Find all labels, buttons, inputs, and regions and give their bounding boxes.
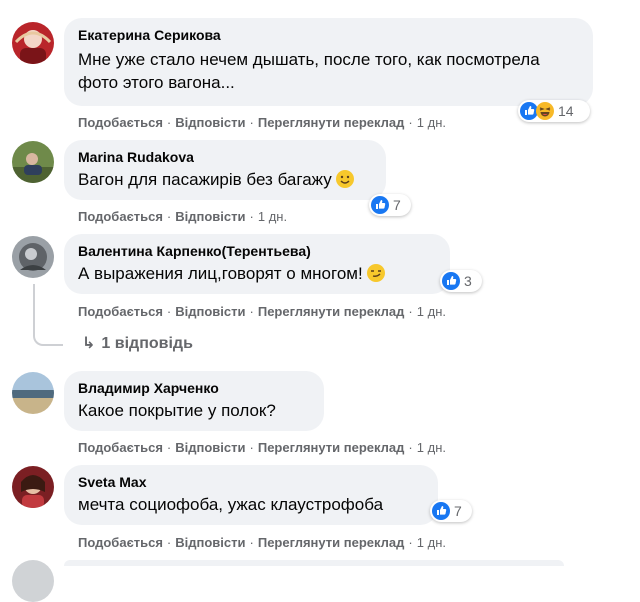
comment-author[interactable]: Sveta Max (78, 473, 424, 491)
previous-comment-edge (0, 0, 640, 4)
comment-bubble: Валентина Карпенко(Терентьева) А выражен… (64, 234, 450, 294)
reaction-summary[interactable]: 7 (430, 500, 472, 522)
timestamp[interactable]: 1 дн. (258, 209, 287, 224)
smirk-face-icon (366, 263, 386, 283)
reply-button[interactable]: Відповісти (175, 115, 245, 130)
timestamp[interactable]: 1 дн. (417, 535, 446, 550)
comment-text: А выражения лиц,говорят о многом! (78, 262, 436, 285)
avatar[interactable] (12, 236, 54, 278)
comment-actions: Подобається · Відповісти · Переглянути перек… (78, 440, 446, 455)
comment-text-content: А выражения лиц,говорят о многом! (78, 264, 363, 283)
like-icon (371, 196, 389, 214)
avatar[interactable] (12, 141, 54, 183)
haha-icon (536, 102, 554, 120)
timestamp[interactable]: 1 дн. (417, 304, 446, 319)
reply-button[interactable]: Відповісти (175, 440, 245, 455)
like-icon (442, 272, 460, 290)
reply-button[interactable]: Відповісти (175, 209, 245, 224)
comment-bubble: Екатерина Серикова Мне уже стало нечем д… (64, 18, 593, 106)
reaction-count: 7 (393, 197, 401, 213)
reaction-count: 14 (558, 103, 574, 119)
reaction-count: 3 (464, 273, 472, 289)
avatar[interactable] (12, 22, 54, 64)
timestamp[interactable]: 1 дн. (417, 115, 446, 130)
like-button[interactable]: Подобається (78, 209, 163, 224)
reply-button[interactable]: Відповісти (175, 304, 245, 319)
comment-actions: Подобається · Відповісти · Переглянути перек… (78, 115, 446, 130)
comment-author[interactable]: Marina Rudakova (78, 148, 372, 166)
avatar[interactable] (12, 466, 54, 508)
comment-actions: Подобається · Відповісти · Переглянути перек… (78, 535, 446, 550)
comment-text: мечта социофоба, ужас клаустрофоба (78, 495, 384, 514)
comment-text: Вагон для пасажирів без багажу (78, 168, 372, 191)
comment-text: Какое покрытие у полок? (78, 401, 276, 420)
comment-bubble: Владимир Харченко Какое покрытие у полок… (64, 371, 324, 431)
see-translation-button[interactable]: Переглянути переклад (258, 304, 405, 319)
comment-author[interactable]: Владимир Харченко (78, 379, 310, 397)
like-button[interactable]: Подобається (78, 535, 163, 550)
timestamp[interactable]: 1 дн. (417, 440, 446, 455)
comment-author[interactable]: Екатерина Серикова (78, 26, 579, 44)
reaction-summary[interactable]: 7 (369, 194, 411, 216)
reaction-count: 7 (454, 503, 462, 519)
see-translation-button[interactable]: Переглянути переклад (258, 440, 405, 455)
avatar[interactable] (12, 560, 54, 602)
comment-bubble: Marina Rudakova Вагон для пасажирів без … (64, 140, 386, 200)
see-translation-button[interactable]: Переглянути переклад (258, 115, 405, 130)
comment-text: Мне уже стало нечем дышать, после того, … (78, 50, 540, 92)
comment-bubble (64, 560, 564, 566)
like-button[interactable]: Подобається (78, 115, 163, 130)
like-button[interactable]: Подобається (78, 440, 163, 455)
reply-button[interactable]: Відповісти (175, 535, 245, 550)
like-icon (432, 502, 450, 520)
reply-thread-line (33, 284, 63, 346)
comment-actions: Подобається · Відповісти · 1 дн. (78, 209, 288, 224)
comment-actions: Подобається · Відповісти · Переглянути перек… (78, 304, 446, 319)
replies-count-label: 1 відповідь (101, 335, 193, 352)
comment-text-content: Вагон для пасажирів без багажу (78, 170, 332, 189)
reaction-summary[interactable]: 3 (440, 270, 482, 292)
comment-author[interactable]: Валентина Карпенко(Терентьева) (78, 242, 436, 260)
reaction-summary[interactable]: 14 (518, 100, 590, 122)
view-replies-button[interactable]: ↳ 1 відповідь (82, 333, 193, 353)
see-translation-button[interactable]: Переглянути переклад (258, 535, 405, 550)
comment-bubble: Sveta Max мечта социофоба, ужас клаустро… (64, 465, 438, 525)
slightly-smiling-face-icon (335, 169, 355, 189)
like-button[interactable]: Подобається (78, 304, 163, 319)
reply-arrow-icon: ↳ (82, 335, 96, 352)
avatar[interactable] (12, 372, 54, 414)
